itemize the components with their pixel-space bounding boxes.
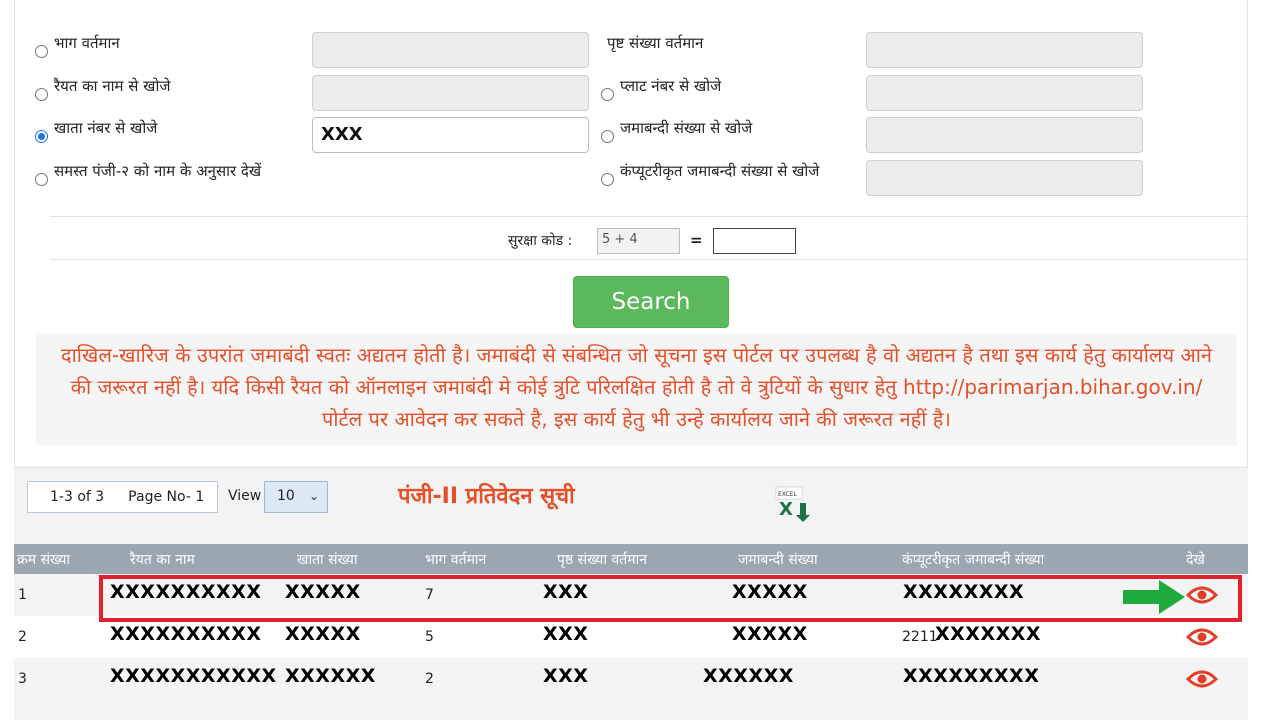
search-button[interactable]: Search (573, 276, 729, 328)
cell-khata: XXXXX (285, 623, 361, 645)
col-prishth: पृष्ठ संख्या वर्तमान (557, 552, 648, 568)
row-highlight-box (99, 575, 1242, 622)
cell-sno: 2 (18, 629, 27, 645)
eye-icon[interactable] (1186, 668, 1218, 690)
captcha-question: 5 + 4 (597, 228, 680, 254)
cell-bhag: 2 (425, 671, 434, 687)
radio-jamabandi[interactable] (601, 130, 614, 143)
cell-prishth: XXX (543, 623, 589, 645)
radio-plot-number[interactable] (601, 88, 614, 101)
cell-khata: XXXXXX (285, 665, 376, 687)
cell-name: XXXXXXXXXXX (110, 665, 277, 687)
divider (50, 259, 1248, 260)
cell-computer: XXXXXXXXX (903, 665, 1040, 687)
notice-text: दाखिल-खारिज के उपरांत जमाबंदी स्वतः अद्य… (36, 333, 1237, 445)
col-computer: कंप्यूटरीकृत जमाबन्दी संख्या (902, 552, 1045, 568)
col-khata: खाता संख्या (297, 552, 358, 568)
input-jamabandi[interactable] (866, 117, 1143, 153)
radio-khata-number[interactable] (35, 130, 48, 143)
cell-bhag: 5 (425, 629, 434, 645)
radio-samast-panji[interactable] (35, 173, 48, 186)
radio-computer-jamabandi[interactable] (601, 173, 614, 186)
pager-range: 1-3 of 3 (50, 489, 105, 505)
label-bhag-vartaman: भाग वर्तमान (54, 34, 120, 52)
label-raiyat-name: रैयत का नाम से खोजे (54, 77, 171, 95)
view-label: View (228, 488, 262, 504)
cell-sno: 1 (18, 587, 27, 603)
input-plot-number[interactable] (866, 75, 1143, 111)
label-prishth-sankhya: पृष्ट संख्या वर्तमान (607, 34, 704, 52)
col-view: देखे (1186, 552, 1205, 568)
col-jamabandi: जमाबन्दी संख्या (738, 552, 818, 568)
label-jamabandi: जमाबन्दी संख्या से खोजे (620, 119, 753, 137)
cell-prishth: XXX (543, 665, 589, 687)
excel-label: EXCEL (778, 491, 797, 498)
arrow-right-icon (1123, 580, 1185, 614)
input-khata-number[interactable]: XXX (312, 117, 589, 153)
col-name: रैयत का नाम (130, 552, 195, 568)
captcha-answer-input[interactable] (713, 228, 796, 254)
cell-sno: 3 (18, 671, 27, 687)
label-samast-panji: समस्त पंजी-२ को नाम के अनुसार देखें (54, 162, 262, 180)
input-computer-jamabandi[interactable] (866, 160, 1143, 196)
cell-jamabandi: XXXXX (732, 623, 808, 645)
pager-page: Page No- 1 (128, 489, 205, 505)
captcha-equals: = (690, 231, 703, 249)
captcha-label: सुरक्षा कोड : (508, 233, 573, 249)
radio-bhag-vartaman[interactable] (35, 45, 48, 58)
excel-export-icon[interactable]: EXCEL X (774, 485, 814, 523)
chevron-down-icon: ⌄ (308, 489, 319, 503)
col-sno: क्रम संख्या (17, 552, 70, 568)
divider (50, 216, 1248, 217)
cell-jamabandi: XXXXXX (703, 665, 794, 687)
cell-computer: XXXXXXX (935, 623, 1042, 645)
view-count-select[interactable]: 10 ⌄ (264, 481, 328, 513)
report-title: पंजी-II प्रतिवेदन सूची (398, 484, 575, 509)
input-bhag-vartaman[interactable] (312, 32, 589, 68)
cell-computer-prefix: 2211 (902, 629, 938, 645)
radio-raiyat-name[interactable] (35, 88, 48, 101)
cell-name: XXXXXXXXXX (110, 623, 262, 645)
svg-text:X: X (779, 499, 793, 520)
input-prishth-sankhya[interactable] (866, 32, 1143, 68)
label-khata-number: खाता नंबर से खोजे (54, 119, 158, 137)
label-plot-number: प्लाट नंबर से खोजे (620, 77, 722, 95)
eye-icon[interactable] (1186, 626, 1218, 648)
pager-info: 1-3 of 3 Page No- 1 (27, 481, 218, 513)
col-bhag: भाग वर्तमान (425, 552, 487, 568)
label-computer-jamabandi: कंप्यूटरीकृत जमाबन्दी संख्या से खोजे (620, 162, 820, 180)
view-count-value: 10 (277, 488, 295, 504)
input-raiyat-name[interactable] (312, 75, 589, 111)
